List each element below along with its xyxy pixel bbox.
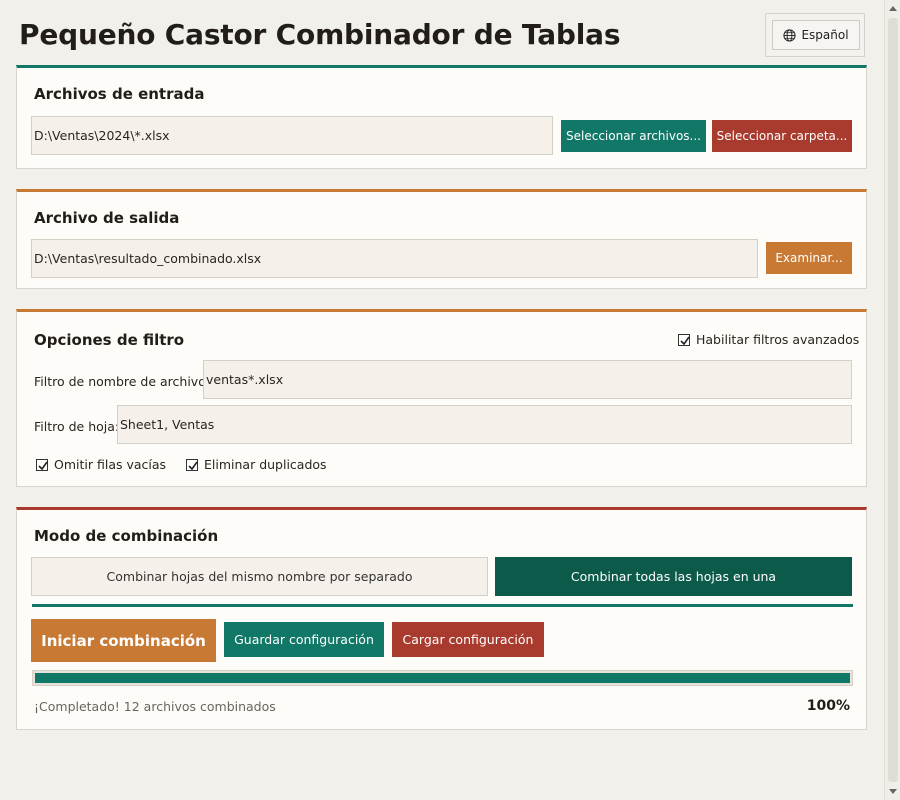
sheet-filter-input[interactable]: Sheet1, Ventas — [117, 405, 852, 444]
progress-percent: 100% — [806, 698, 850, 714]
input-files-title: Archivos de entrada — [34, 85, 205, 103]
remove-duplicates-label: Eliminar duplicados — [204, 457, 327, 472]
output-file-title: Archivo de salida — [34, 209, 180, 227]
input-path-value: D:\Ventas\2024\*.xlsx — [34, 128, 170, 143]
globe-icon — [783, 28, 797, 42]
remove-duplicates-box — [186, 458, 198, 471]
output-path-field[interactable]: D:\Ventas\resultado_combinado.xlsx — [31, 239, 758, 278]
checkmark-icon — [38, 461, 48, 470]
status-text: ¡Completado! 12 archivos combinados — [34, 699, 276, 714]
mode-all-button[interactable]: Combinar todas las hojas en una — [495, 557, 852, 596]
checkmark-icon — [188, 461, 198, 470]
page-title: Pequeño Castor Combinador de Tablas — [19, 18, 621, 51]
advanced-filters-box — [678, 333, 690, 346]
language-button[interactable]: Español — [772, 20, 860, 50]
filename-filter-value: ventas*.xlsx — [206, 372, 284, 387]
app-window: Pequeño Castor Combinador de Tablas Espa… — [0, 0, 884, 800]
skip-empty-rows-box — [36, 458, 48, 471]
filter-options-section: Opciones de filtro Habilitar filtros ava… — [16, 309, 867, 487]
output-file-section: Archivo de salida D:\Ventas\resultado_co… — [16, 189, 867, 289]
progress-fill — [35, 673, 850, 683]
save-config-button[interactable]: Guardar configuración — [224, 622, 384, 657]
sheet-filter-label: Filtro de hoja: — [34, 419, 120, 434]
browse-button[interactable]: Examinar... — [766, 242, 852, 274]
language-label: Español — [801, 28, 849, 42]
filename-filter-label: Filtro de nombre de archivo: — [34, 374, 211, 389]
scroll-up-icon[interactable] — [889, 6, 897, 11]
advanced-filters-checkbox[interactable]: Habilitar filtros avanzados — [678, 332, 859, 347]
checkmark-icon — [680, 336, 690, 345]
output-path-value: D:\Ventas\resultado_combinado.xlsx — [34, 251, 262, 266]
select-folder-button[interactable]: Seleccionar carpeta... — [712, 120, 852, 152]
mode-separate-button[interactable]: Combinar hojas del mismo nombre por sepa… — [31, 557, 488, 596]
start-merge-button[interactable]: Iniciar combinación — [31, 619, 216, 662]
input-files-section: Archivos de entrada D:\Ventas\2024\*.xls… — [16, 65, 867, 169]
skip-empty-rows-label: Omitir filas vacías — [54, 457, 167, 472]
load-config-button[interactable]: Cargar configuración — [392, 622, 544, 657]
merge-divider — [32, 604, 853, 607]
filename-filter-input[interactable]: ventas*.xlsx — [203, 360, 852, 399]
merge-mode-title: Modo de combinación — [34, 527, 219, 545]
scroll-thumb[interactable] — [888, 18, 898, 782]
input-path-field[interactable]: D:\Ventas\2024\*.xlsx — [31, 116, 553, 155]
language-selector-frame: Español — [765, 13, 865, 57]
merge-mode-section: Modo de combinación Combinar hojas del m… — [16, 507, 867, 730]
scroll-down-icon[interactable] — [889, 789, 897, 794]
progress-bar — [32, 670, 853, 686]
advanced-filters-label: Habilitar filtros avanzados — [696, 332, 860, 347]
vertical-scrollbar[interactable] — [884, 0, 900, 800]
skip-empty-rows-checkbox[interactable]: Omitir filas vacías — [36, 457, 166, 472]
remove-duplicates-checkbox[interactable]: Eliminar duplicados — [186, 457, 327, 472]
filter-options-title: Opciones de filtro — [34, 331, 185, 349]
select-files-button[interactable]: Seleccionar archivos... — [561, 120, 706, 152]
sheet-filter-value: Sheet1, Ventas — [120, 417, 215, 432]
